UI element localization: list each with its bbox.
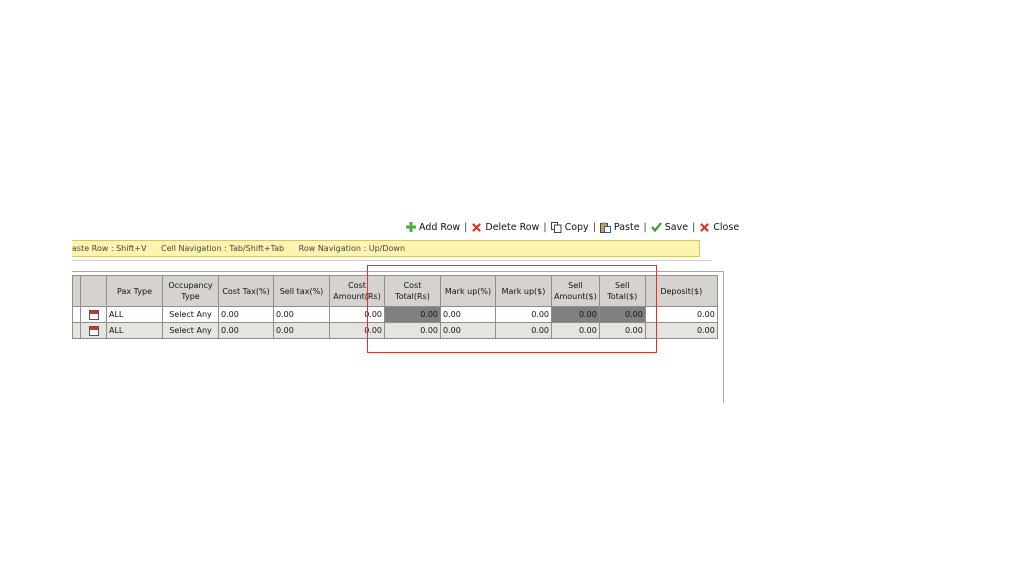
column-header-markup-percent[interactable]: Mark up(%) xyxy=(440,275,496,307)
toolbar-separator: | xyxy=(464,221,468,233)
cost-tax-cell[interactable]: 0.00 xyxy=(218,306,274,323)
header-line: Total(Rs) xyxy=(395,292,430,301)
close-button[interactable]: Close xyxy=(699,222,739,233)
header-row: Pax Type Occupancy Type Cost Tax(%) Sell … xyxy=(72,275,718,307)
cost-amount-cell[interactable]: 0.00 xyxy=(329,322,385,339)
pricing-grid: Pax Type Occupancy Type Cost Tax(%) Sell … xyxy=(72,275,718,339)
save-label: Save xyxy=(664,221,689,233)
save-button[interactable]: Save xyxy=(650,221,689,233)
markup-dollar-cell[interactable]: 0.00 xyxy=(495,306,552,323)
cost-total-cell: 0.00 xyxy=(384,306,441,323)
delete-row-label: Delete Row xyxy=(485,221,540,233)
column-header-cost-amount[interactable]: Cost Amount(Rs) xyxy=(329,275,385,307)
header-line: Sell xyxy=(568,281,583,290)
divider xyxy=(72,260,712,261)
calendar-icon[interactable] xyxy=(88,325,99,336)
paste-button[interactable]: Paste xyxy=(599,221,640,233)
occupancy-type-cell[interactable]: Select Any xyxy=(162,306,219,323)
delete-row-button[interactable]: Delete Row xyxy=(471,222,539,233)
header-line: Cost xyxy=(403,281,422,290)
toolbar-separator: | xyxy=(592,221,596,233)
column-header-occupancy-type[interactable]: Occupancy Type xyxy=(162,275,219,307)
grid-toolbar: Add Row | Delete Row | Copy | Paste | Sa… xyxy=(405,219,739,235)
row-marker xyxy=(72,306,81,323)
table-row[interactable]: ALL Select Any 0.00 0.00 0.00 0.00 0.00 … xyxy=(72,322,718,339)
page: Add Row | Delete Row | Copy | Paste | Sa… xyxy=(0,0,1024,575)
add-row-label: Add Row xyxy=(419,221,461,233)
sell-total-cell: 0.00 xyxy=(598,322,646,339)
keyboard-hint-bar: aste Row : Shift+V Cell Navigation : Tab… xyxy=(72,240,700,257)
column-header-cost-tax[interactable]: Cost Tax(%) xyxy=(218,275,274,307)
toolbar-separator: | xyxy=(643,221,647,233)
occupancy-type-cell[interactable]: Select Any xyxy=(162,322,219,339)
copy-button[interactable]: Copy xyxy=(550,221,589,233)
column-header-sell-total[interactable]: Sell Total($) xyxy=(598,275,646,307)
column-header-deposit[interactable]: Deposit($) xyxy=(644,275,718,307)
header-line: Amount(Rs) xyxy=(333,292,381,301)
cell-navigation-hint: Cell Navigation : Tab/Shift+Tab xyxy=(161,244,285,253)
header-line: Sell xyxy=(615,281,630,290)
column-header-cost-total[interactable]: Cost Total(Rs) xyxy=(384,275,441,307)
paste-icon xyxy=(599,222,611,233)
close-label: Close xyxy=(713,221,740,233)
cost-tax-cell[interactable]: 0.00 xyxy=(218,322,274,339)
calendar-icon[interactable] xyxy=(88,309,99,320)
markup-dollar-cell[interactable]: 0.00 xyxy=(495,322,552,339)
paste-row-hint: aste Row : Shift+V xyxy=(72,244,147,253)
column-header-blank xyxy=(72,275,81,307)
header-line: Total($) xyxy=(607,292,638,301)
column-header-blank xyxy=(80,275,107,307)
sell-total-cell: 0.00 xyxy=(598,306,646,323)
plus-icon xyxy=(405,222,416,233)
column-header-pax-type[interactable]: Pax Type xyxy=(106,275,163,307)
column-header-markup-dollar[interactable]: Mark up($) xyxy=(495,275,552,307)
row-navigation-hint: Row Navigation : Up/Down xyxy=(298,244,406,253)
pax-type-cell[interactable]: ALL xyxy=(106,322,163,339)
check-icon xyxy=(650,222,662,233)
deposit-cell[interactable]: 0.00 xyxy=(644,306,718,323)
sell-amount-cell: 0.00 xyxy=(551,322,600,339)
header-line: Cost xyxy=(348,281,366,290)
copy-label: Copy xyxy=(564,221,589,233)
table-row[interactable]: ALL Select Any 0.00 0.00 0.00 0.00 0.00 … xyxy=(72,306,718,323)
delete-icon xyxy=(471,222,482,233)
column-header-sell-amount[interactable]: Sell Amount($) xyxy=(551,275,600,307)
header-line: Amount($) xyxy=(554,292,597,301)
toolbar-separator: | xyxy=(543,221,547,233)
cost-amount-cell[interactable]: 0.00 xyxy=(329,306,385,323)
close-icon xyxy=(699,222,710,233)
markup-percent-cell[interactable]: 0.00 xyxy=(440,322,496,339)
column-header-sell-tax[interactable]: Sell tax(%) xyxy=(273,275,330,307)
header-line: Type xyxy=(181,292,200,301)
add-row-button[interactable]: Add Row xyxy=(405,222,460,233)
cost-total-cell: 0.00 xyxy=(384,322,441,339)
pax-type-cell[interactable]: ALL xyxy=(106,306,163,323)
calendar-cell[interactable] xyxy=(80,322,107,339)
sell-amount-cell: 0.00 xyxy=(551,306,600,323)
sell-tax-cell[interactable]: 0.00 xyxy=(273,322,330,339)
calendar-cell[interactable] xyxy=(80,306,107,323)
deposit-cell[interactable]: 0.00 xyxy=(644,322,718,339)
sell-tax-cell[interactable]: 0.00 xyxy=(273,306,330,323)
paste-label: Paste xyxy=(613,221,640,233)
header-line: Occupancy xyxy=(168,281,213,290)
row-marker xyxy=(72,322,81,339)
copy-icon xyxy=(550,221,562,233)
markup-percent-cell[interactable]: 0.00 xyxy=(440,306,496,323)
toolbar-separator: | xyxy=(692,221,696,233)
